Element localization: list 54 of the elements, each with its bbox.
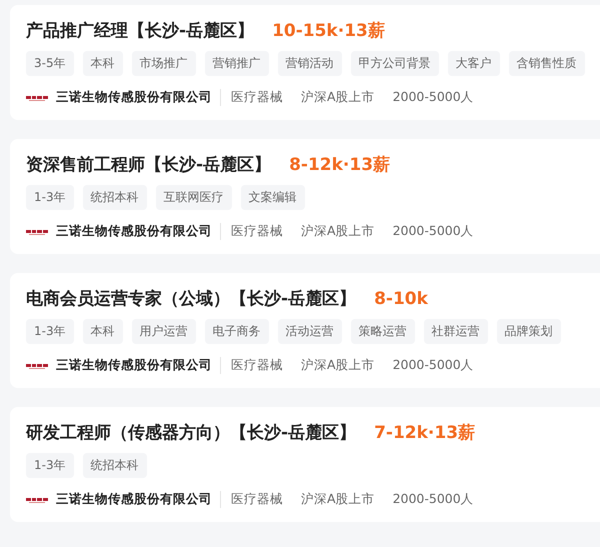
company-info: 沪深A股上市: [301, 357, 375, 374]
job-tag: 社群运营: [424, 319, 488, 344]
job-tag: 本科: [82, 319, 123, 344]
salary: 7-12k·13薪: [374, 422, 476, 444]
job-card[interactable]: 资深售前工程师【长沙-岳麓区】 8-12k·13薪 1-3年 统招本科 互联网医疗 文案编辑 三诺生物传感股份有限公司 医疗器械 沪深A股上市 2000-5000人: [10, 139, 600, 254]
job-tag: 策略运营: [350, 319, 415, 344]
job-tag: 1-3年: [26, 319, 74, 344]
company-name[interactable]: 三诺生物传感股份有限公司: [56, 89, 221, 106]
job-tag: 统招本科: [82, 453, 147, 478]
job-tag: 本科: [82, 51, 123, 76]
job-title[interactable]: 研发工程师（传感器方向）【长沙-岳麓区】: [26, 421, 356, 444]
company-info: 医疗器械: [231, 491, 283, 508]
company-info: 沪深A股上市: [301, 223, 375, 240]
company-name[interactable]: 三诺生物传感股份有限公司: [56, 491, 221, 508]
company-logo-icon: [26, 94, 48, 102]
job-tag: 统招本科: [82, 185, 147, 210]
company-info: 沪深A股上市: [301, 89, 375, 106]
company-info: 沪深A股上市: [301, 491, 375, 508]
company-logo-icon: [26, 228, 48, 236]
salary: 8-10k: [374, 289, 428, 309]
company-info: 2000-5000人: [392, 223, 474, 240]
company-info: 医疗器械: [231, 89, 283, 106]
job-tag: 营销推广: [204, 51, 269, 76]
company-info: 医疗器械: [231, 357, 283, 374]
salary: 10-15k·13薪: [272, 20, 385, 42]
company-info: 2000-5000人: [392, 89, 474, 106]
company-info: 2000-5000人: [392, 491, 474, 508]
salary: 8-12k·13薪: [289, 154, 390, 176]
job-tag: 文案编辑: [240, 185, 305, 210]
company-logo-icon: [26, 362, 48, 370]
job-tag: 营销活动: [278, 51, 342, 76]
company-logo-icon: [26, 496, 48, 504]
job-tag: 1-3年: [26, 185, 74, 210]
job-card[interactable]: 研发工程师（传感器方向）【长沙-岳麓区】 7-12k·13薪 1-3年 统招本科 三诺生物传感股份有限公司 医疗器械 沪深A股上市 2000-5000人: [10, 407, 600, 522]
job-tag: 活动运营: [278, 319, 342, 344]
job-title[interactable]: 产品推广经理【长沙-岳麓区】: [26, 19, 254, 42]
company-info: 医疗器械: [231, 223, 283, 240]
company-info: 2000-5000人: [392, 357, 474, 374]
job-title[interactable]: 电商会员运营专家（公域）【长沙-岳麓区】: [26, 287, 356, 310]
job-card[interactable]: 电商会员运营专家（公域）【长沙-岳麓区】 8-10k 1-3年 本科 用户运营 电子商务 活动运营 策略运营 社群运营 品牌策划 三诺生物传感股份有限公司 医疗器械 沪深A股上市 2000-5000人: [10, 273, 600, 388]
job-tag: 市场推广: [132, 51, 196, 76]
job-tag: 含销售性质: [508, 51, 585, 76]
company-name[interactable]: 三诺生物传感股份有限公司: [56, 223, 221, 240]
job-tag: 互联网医疗: [156, 185, 232, 210]
job-tag: 1-3年: [26, 453, 74, 478]
job-tag: 电子商务: [204, 319, 269, 344]
job-tag: 用户运营: [132, 319, 196, 344]
job-tag: 品牌策划: [496, 319, 561, 344]
job-title[interactable]: 资深售前工程师【长沙-岳麓区】: [26, 153, 272, 176]
company-name[interactable]: 三诺生物传感股份有限公司: [56, 357, 221, 374]
job-card[interactable]: 产品推广经理【长沙-岳麓区】 10-15k·13薪 3-5年 本科 市场推广 营销推广 营销活动 甲方公司背景 大客户 含销售性质 三诺生物传感股份有限公司 医疗器械 沪深A股上市 2000-5000人: [10, 5, 600, 120]
job-tag: 大客户: [448, 51, 500, 76]
job-tag: 3-5年: [26, 51, 74, 76]
job-tag: 甲方公司背景: [350, 51, 439, 76]
